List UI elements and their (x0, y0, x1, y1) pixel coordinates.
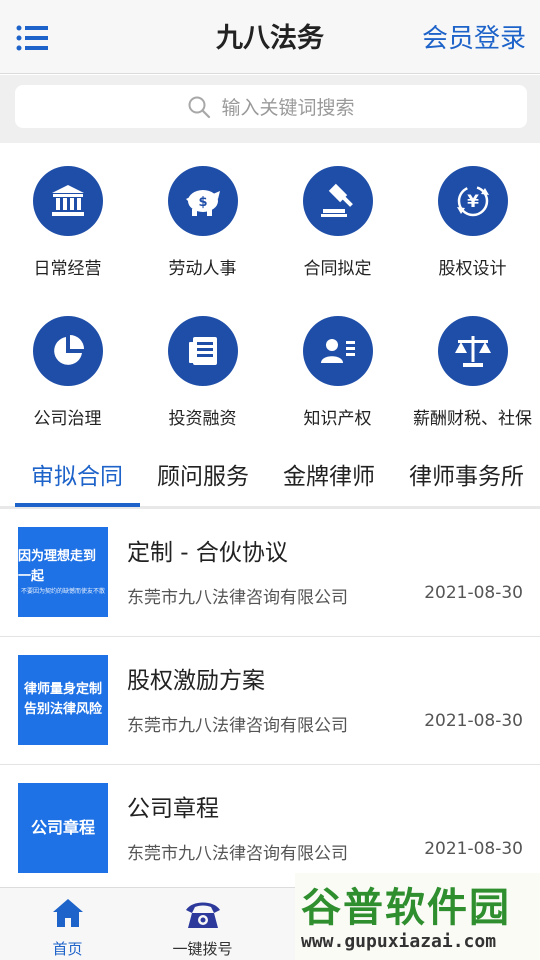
search-icon (188, 96, 211, 118)
item-title: 定制 - 合伙协议 (127, 540, 288, 566)
watermark-text: 谷普软件园 (301, 885, 511, 931)
list-item[interactable]: 律师量身定制 告别法律风险 股权激励方案 东莞市九八法律咨询有限公司 2021-… (0, 637, 540, 765)
item-date: 2021-08-30 (424, 839, 523, 859)
search-bar-container: 输入关键词搜索 (0, 75, 540, 143)
tab-gold-lawyer[interactable]: 金牌律师 (283, 457, 375, 491)
tab-law-firm[interactable]: 律师事务所 (409, 457, 524, 491)
nav-label: 首页 (52, 940, 83, 958)
id-card-icon (303, 316, 373, 386)
service-label: 劳动人事 (168, 259, 237, 279)
service-contract-drafting[interactable]: 合同拟定 (270, 143, 405, 293)
thumb-text: 律师量身定制 (23, 682, 102, 697)
item-title: 股权激励方案 (127, 668, 265, 694)
item-thumbnail: 因为理想走到一起 不要因为契约的缺憾而使友不散 (18, 527, 108, 617)
bank-icon (33, 166, 103, 236)
service-label: 薪酬财税、社保 (413, 409, 532, 429)
yen-exchange-icon: ¥ (438, 166, 508, 236)
item-organization: 东莞市九八法律咨询有限公司 (127, 588, 348, 608)
piggy-bank-icon: $ (168, 166, 238, 236)
item-date: 2021-08-30 (424, 583, 523, 603)
search-input[interactable]: 输入关键词搜索 (15, 85, 527, 128)
item-date: 2021-08-30 (424, 711, 523, 731)
home-icon (52, 899, 83, 927)
service-intellectual-property[interactable]: 知识产权 (270, 293, 405, 443)
watermark-url: www.gupuxiazai.com (301, 931, 497, 952)
member-login-button[interactable]: 会员登录 (422, 18, 526, 55)
nav-home[interactable]: 首页 (0, 888, 135, 960)
pie-chart-icon (33, 316, 103, 386)
document-icon (168, 316, 238, 386)
service-label: 公司治理 (33, 409, 102, 429)
nav-label: 一键拨号 (172, 940, 233, 958)
svg-text:$: $ (198, 195, 207, 210)
service-corporate-governance[interactable]: 公司治理 (0, 293, 135, 443)
service-equity-design[interactable]: ¥ 股权设计 (405, 143, 540, 293)
nav-one-click-dial[interactable]: 一键拨号 (135, 888, 270, 960)
app-header: 九八法务 会员登录 (0, 0, 540, 74)
search-placeholder: 输入关键词搜索 (221, 97, 355, 119)
tab-consulting-service[interactable]: 顾问服务 (157, 457, 249, 491)
service-salary-tax-social[interactable]: 薪酬财税、社保 (405, 293, 540, 443)
service-labor-personnel[interactable]: $ 劳动人事 (135, 143, 270, 293)
category-tabs: 审拟合同 顾问服务 金牌律师 律师事务所 (0, 443, 540, 509)
menu-icon[interactable] (16, 24, 50, 52)
item-organization: 东莞市九八法律咨询有限公司 (127, 716, 348, 736)
service-investment-financing[interactable]: 投资融资 (135, 293, 270, 443)
item-title: 公司章程 (127, 796, 219, 822)
service-label: 投资融资 (168, 409, 237, 429)
tab-contract-review[interactable]: 审拟合同 (31, 457, 123, 491)
service-grid: 日常经营 $ 劳动人事 合同拟定 ¥ 股权设计 公司治理 投资融资 知识产权 薪… (0, 143, 540, 443)
service-daily-operations[interactable]: 日常经营 (0, 143, 135, 293)
telephone-icon (185, 902, 220, 928)
gavel-icon (303, 166, 373, 236)
item-thumbnail: 律师量身定制 告别法律风险 (18, 655, 108, 745)
service-label: 合同拟定 (303, 259, 372, 279)
service-label: 知识产权 (303, 409, 372, 429)
thumb-text: 因为理想走到一起 (18, 549, 97, 584)
thumb-subtext: 不要因为契约的缺憾而使友不散 (20, 588, 105, 595)
scales-icon (438, 316, 508, 386)
service-label: 日常经营 (33, 259, 102, 279)
thumb-text: 告别法律风险 (23, 702, 102, 717)
thumb-text: 公司章程 (30, 818, 95, 837)
item-organization: 东莞市九八法律咨询有限公司 (127, 844, 348, 864)
watermark-logo: 谷普软件园 www.gupuxiazai.com (295, 873, 540, 960)
list-item[interactable]: 因为理想走到一起 不要因为契约的缺憾而使友不散 定制 - 合伙协议 东莞市九八法… (0, 509, 540, 637)
active-tab-indicator (15, 503, 140, 507)
item-thumbnail: 公司章程 (18, 783, 108, 873)
svg-text:¥: ¥ (467, 192, 479, 212)
service-label: 股权设计 (438, 259, 507, 279)
